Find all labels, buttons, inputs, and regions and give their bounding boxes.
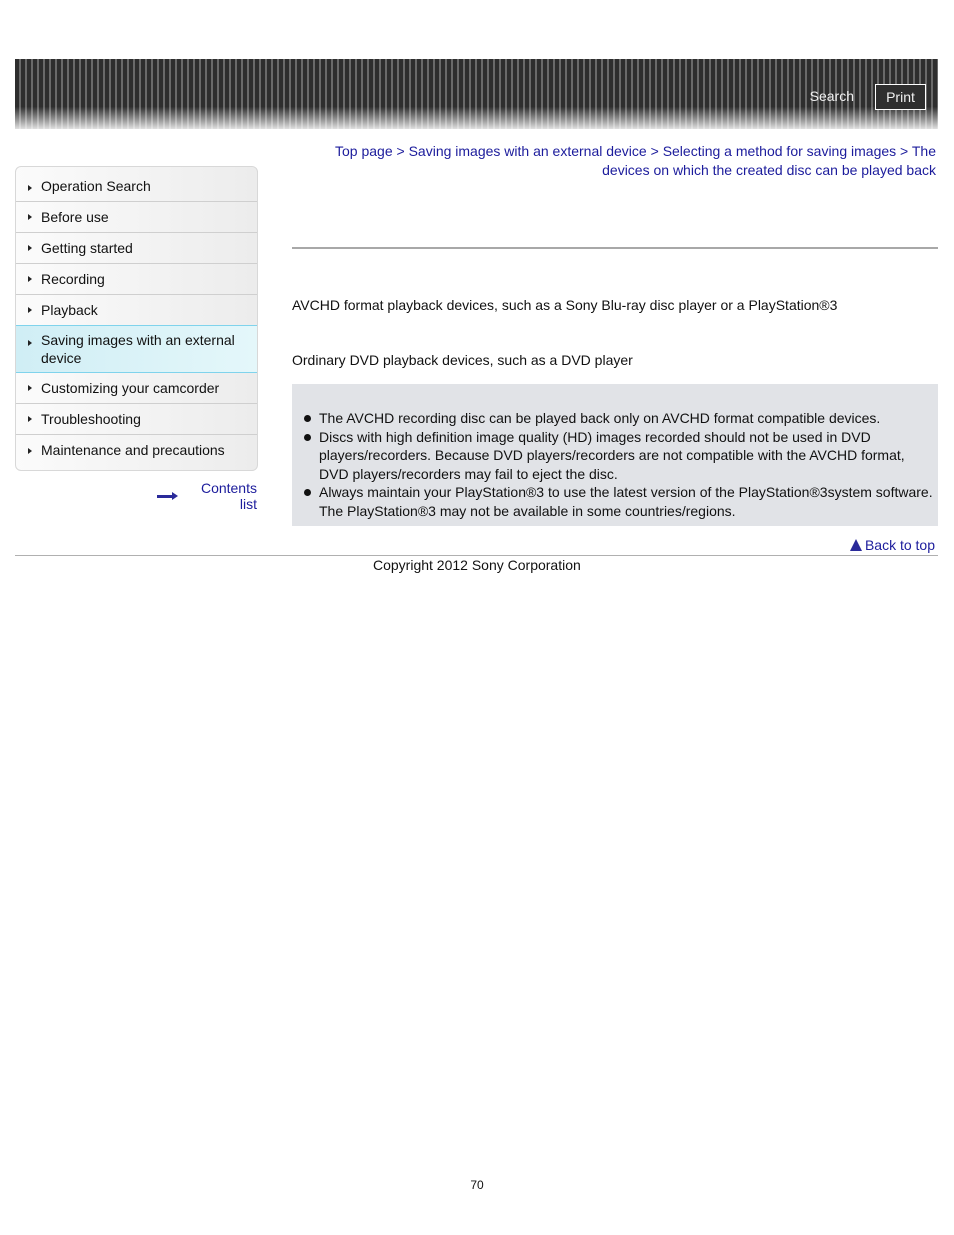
breadcrumb-top-page[interactable]: Top page xyxy=(335,143,393,159)
page-number: 70 xyxy=(470,1178,484,1192)
sidebar-item-getting-started[interactable]: Getting started xyxy=(16,233,257,264)
sidebar-nav: Operation Search Before use Getting star… xyxy=(15,166,258,471)
back-to-top-label: Back to top xyxy=(864,537,935,553)
sidebar-item-label: Troubleshooting xyxy=(41,411,141,427)
device-paragraph-avchd: AVCHD format playback devices, such as a… xyxy=(292,297,838,313)
sidebar-item-operation-search[interactable]: Operation Search xyxy=(16,167,257,202)
sidebar-item-playback[interactable]: Playback xyxy=(16,295,257,326)
contents-list-link[interactable]: Contents list xyxy=(157,480,257,512)
sidebar-item-customizing[interactable]: Customizing your camcorder xyxy=(16,373,257,404)
search-link[interactable]: Search xyxy=(810,88,854,104)
arrow-right-icon xyxy=(157,492,179,500)
notes-list: The AVCHD recording disc can be played b… xyxy=(302,409,934,520)
bullet-icon xyxy=(304,489,311,496)
sidebar-item-label: Getting started xyxy=(41,240,133,256)
sidebar-item-troubleshooting[interactable]: Troubleshooting xyxy=(16,404,257,435)
title-divider xyxy=(292,247,938,249)
note-item: The AVCHD recording disc can be played b… xyxy=(302,409,934,428)
note-item: Always maintain your PlayStation®3 to us… xyxy=(302,483,934,520)
triangle-right-icon xyxy=(28,416,32,422)
header-bar: Search Print xyxy=(15,59,938,129)
triangle-right-icon xyxy=(28,307,32,313)
sidebar-item-label: Saving images with an external device xyxy=(41,332,235,366)
sidebar-item-saving-images[interactable]: Saving images with an external device xyxy=(16,325,257,373)
triangle-right-icon xyxy=(28,276,32,282)
triangle-right-icon xyxy=(28,185,32,191)
breadcrumb-separator: > xyxy=(650,143,659,159)
sidebar-item-recording[interactable]: Recording xyxy=(16,264,257,295)
sidebar-item-label: Operation Search xyxy=(41,178,151,194)
bullet-icon xyxy=(304,433,311,441)
sidebar-item-label: Recording xyxy=(41,271,105,287)
back-to-top-link[interactable]: Back to top xyxy=(849,537,935,553)
bullet-icon xyxy=(304,415,311,422)
sidebar-item-label: Maintenance and precautions xyxy=(41,442,225,458)
sidebar-item-before-use[interactable]: Before use xyxy=(16,202,257,233)
triangle-up-icon xyxy=(849,539,862,551)
note-text: Discs with high definition image quality… xyxy=(319,428,905,482)
breadcrumb-separator: > xyxy=(900,143,909,159)
device-paragraph-dvd: Ordinary DVD playback devices, such as a… xyxy=(292,352,633,368)
notes-box: The AVCHD recording disc can be played b… xyxy=(292,384,938,526)
triangle-right-icon xyxy=(28,214,32,220)
breadcrumb-saving-images[interactable]: Saving images with an external device xyxy=(409,143,647,159)
sidebar-item-maintenance[interactable]: Maintenance and precautions xyxy=(16,435,257,470)
note-text: The AVCHD recording disc can be played b… xyxy=(319,410,881,426)
sidebar-item-label: Playback xyxy=(41,302,98,318)
print-button[interactable]: Print xyxy=(875,84,926,110)
breadcrumb: Top page > Saving images with an externa… xyxy=(300,142,936,180)
triangle-right-icon xyxy=(28,245,32,251)
triangle-right-icon xyxy=(28,448,32,454)
breadcrumb-separator: > xyxy=(396,143,405,159)
note-text: Always maintain your PlayStation®3 to us… xyxy=(319,484,933,519)
triangle-right-icon xyxy=(28,385,32,391)
note-item: Discs with high definition image quality… xyxy=(302,428,934,484)
sidebar-item-label: Customizing your camcorder xyxy=(41,380,220,396)
sidebar-item-label: Before use xyxy=(41,209,109,225)
copyright-text: Copyright 2012 Sony Corporation xyxy=(373,557,581,573)
breadcrumb-selecting-method[interactable]: Selecting a method for saving images xyxy=(663,143,896,159)
contents-list-label: Contents list xyxy=(200,480,257,512)
triangle-right-icon xyxy=(28,340,32,346)
footer-divider xyxy=(15,555,938,556)
